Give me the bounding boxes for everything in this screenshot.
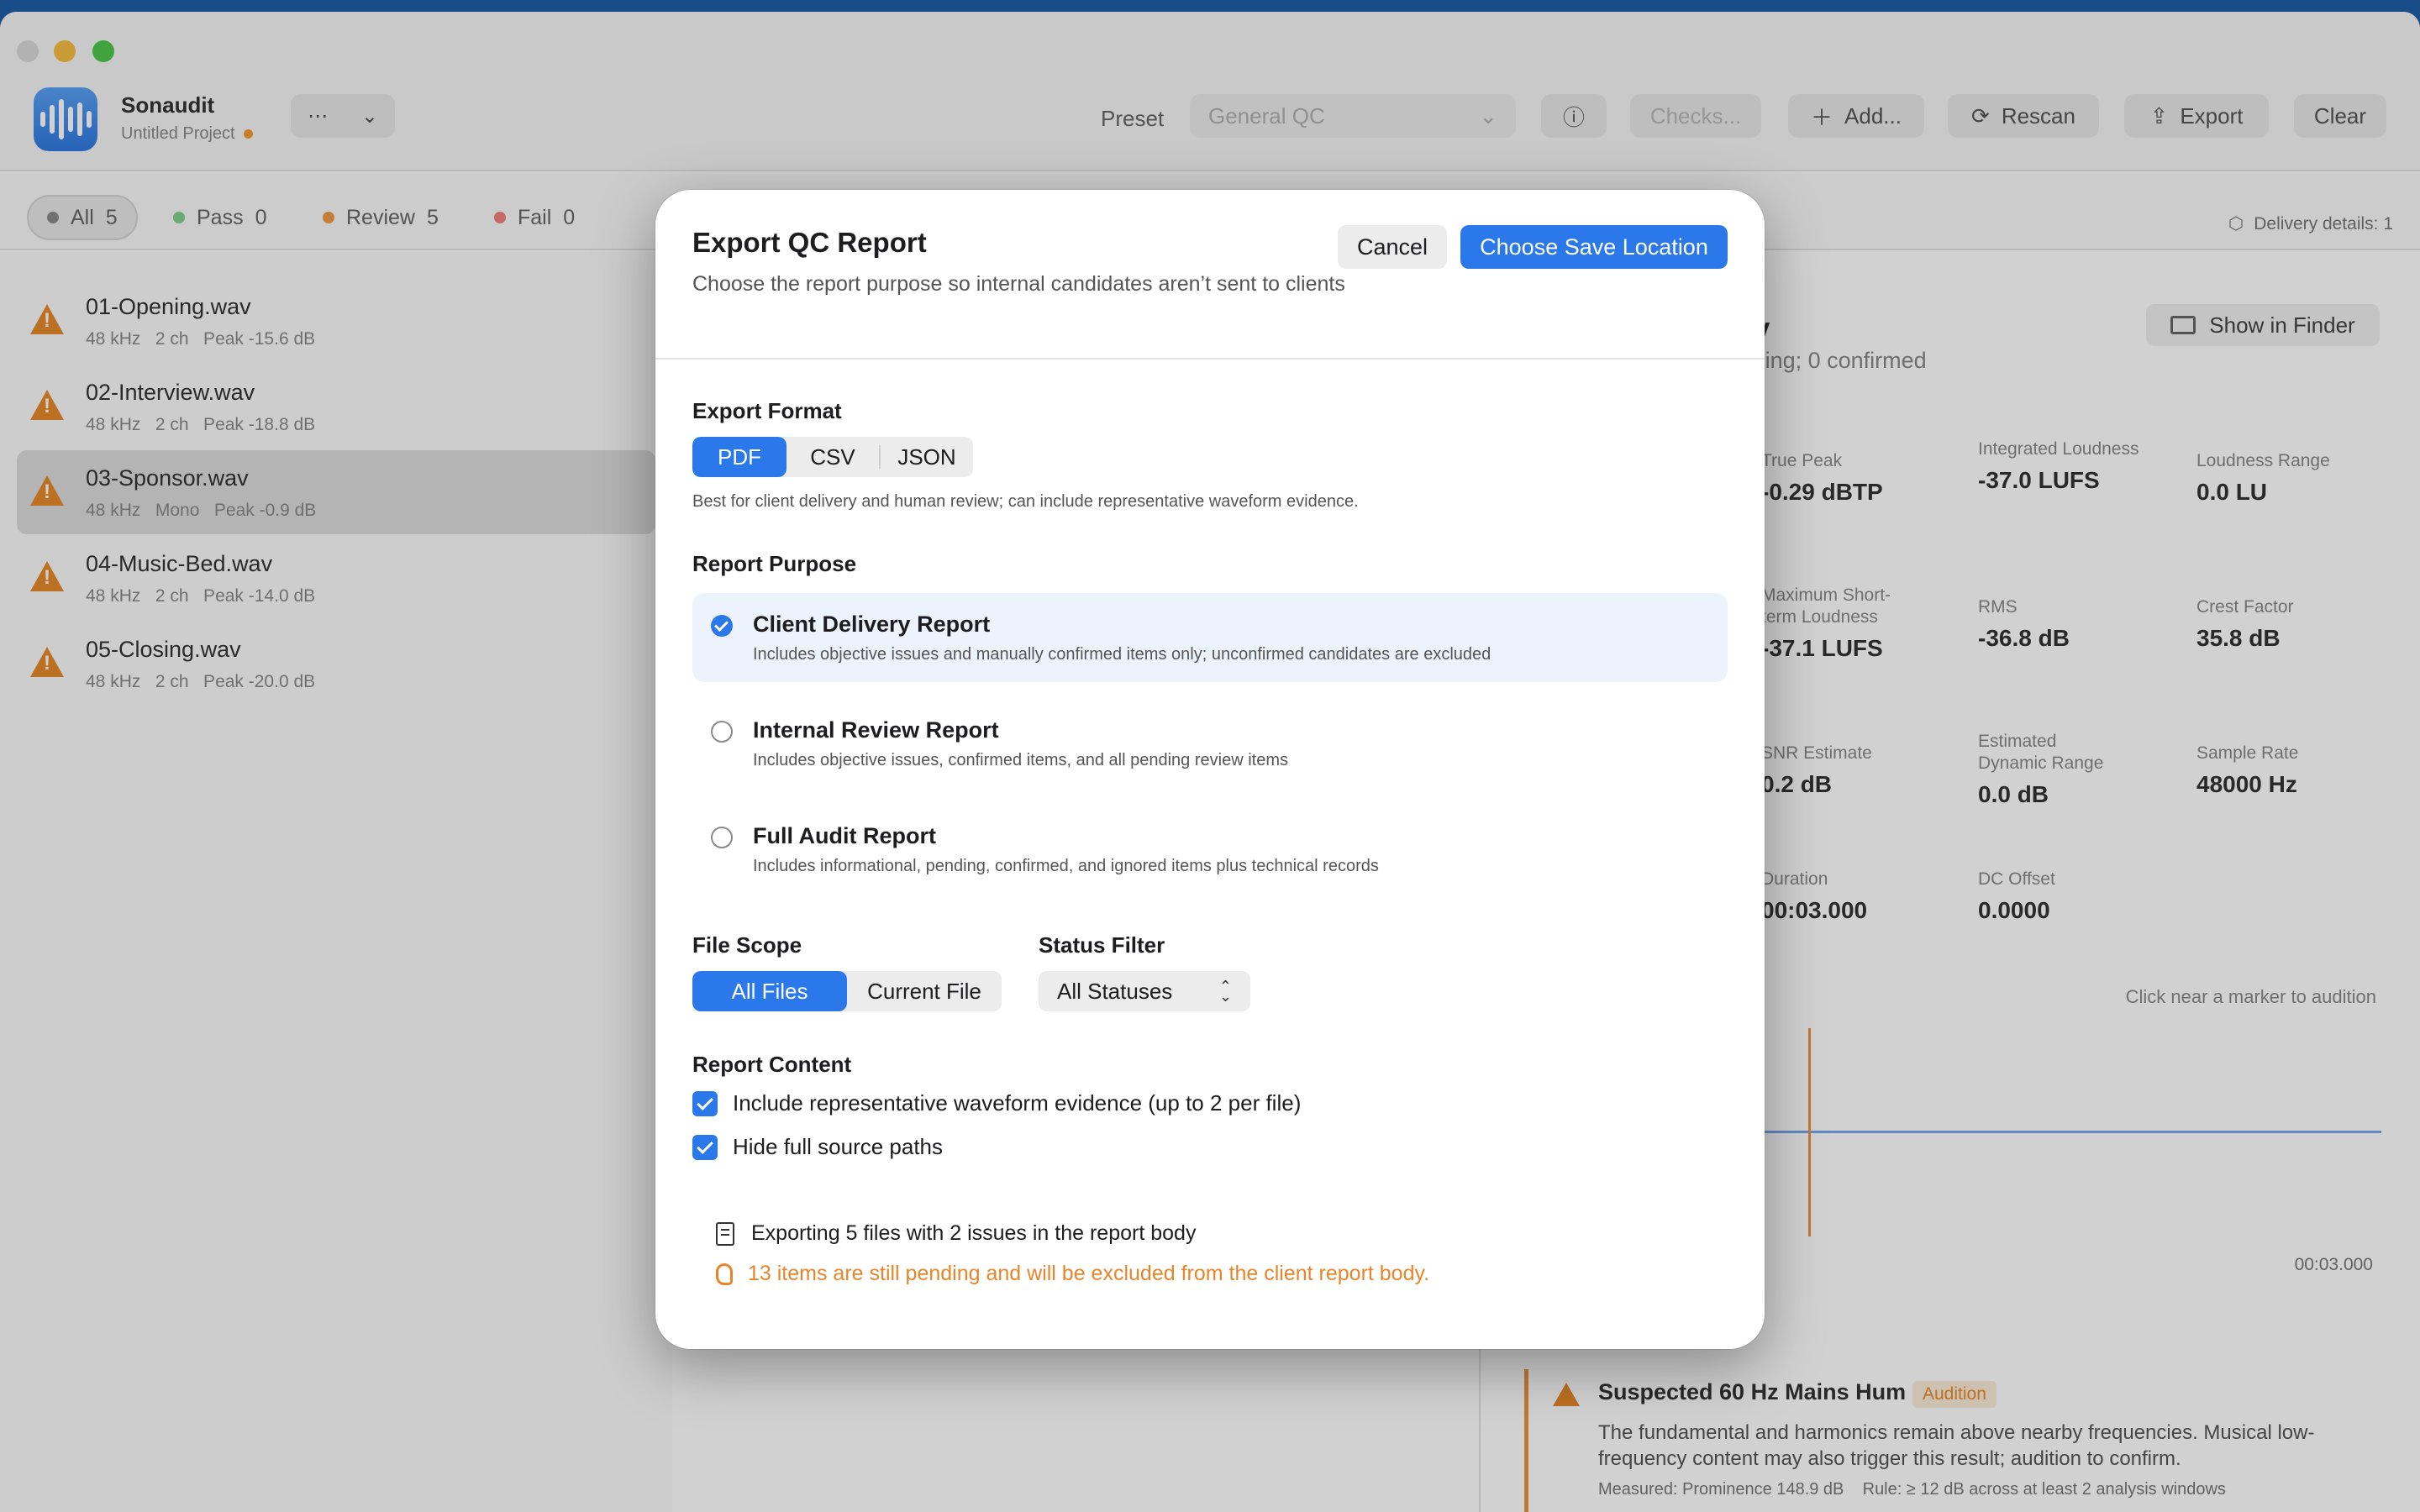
dialog-title: Export QC Report [692, 227, 927, 258]
purpose-title: Client Delivery Report [753, 612, 991, 637]
export-format-header: Export Format [692, 398, 842, 423]
scope-current-file[interactable]: Current File [847, 971, 1002, 1011]
purpose-full-audit[interactable]: Full Audit Report Includes informational… [692, 805, 1728, 894]
format-pdf[interactable]: PDF [692, 437, 786, 477]
status-filter-select[interactable]: All Statuses ⌃ ⌄ [1039, 971, 1250, 1011]
format-csv[interactable]: CSV [786, 437, 879, 477]
choose-save-location-button[interactable]: Choose Save Location [1460, 225, 1728, 269]
hide-paths-option[interactable]: Hide full source paths [692, 1134, 943, 1160]
radio-icon[interactable] [711, 721, 733, 743]
report-purpose-header: Report Purpose [692, 551, 857, 576]
purpose-title: Full Audit Report [753, 823, 936, 848]
pending-text: 13 items are still pending and will be e… [748, 1262, 1430, 1285]
status-filter-value: All Statuses [1057, 978, 1173, 1004]
waveform-evidence-option[interactable]: Include representative waveform evidence… [692, 1090, 1301, 1116]
purpose-description: Includes informational, pending, confirm… [753, 857, 1379, 875]
radio-checked-icon[interactable] [711, 615, 733, 637]
checkbox-checked-icon[interactable] [692, 1134, 718, 1160]
purpose-client-delivery[interactable]: Client Delivery Report Includes objectiv… [692, 593, 1728, 682]
file-scope-header: File Scope [692, 932, 802, 958]
ear-icon [716, 1263, 733, 1285]
export-format-segmented: PDF CSV JSON [692, 437, 973, 477]
format-description: Best for client delivery and human revie… [692, 492, 1359, 511]
export-report-dialog: Export QC Report Choose the report purpo… [655, 190, 1765, 1349]
option-label: Include representative waveform evidence… [733, 1090, 1302, 1116]
status-filter-header: Status Filter [1039, 932, 1165, 958]
pending-notice: 13 items are still pending and will be e… [716, 1262, 1429, 1286]
checkbox-checked-icon[interactable] [692, 1090, 718, 1116]
up-down-chevron-icon: ⌃ ⌄ [1218, 978, 1232, 1005]
purpose-title: Internal Review Report [753, 717, 999, 743]
export-summary: Exporting 5 files with 2 issues in the r… [716, 1221, 1196, 1246]
purpose-description: Includes objective issues and manually c… [753, 645, 1491, 664]
option-label: Hide full source paths [733, 1134, 944, 1159]
purpose-description: Includes objective issues, confirmed ite… [753, 751, 1288, 769]
radio-icon[interactable] [711, 827, 733, 848]
summary-text: Exporting 5 files with 2 issues in the r… [751, 1221, 1197, 1245]
divider [655, 358, 1765, 360]
cancel-button[interactable]: Cancel [1338, 225, 1447, 269]
purpose-internal-review[interactable]: Internal Review Report Includes objectiv… [692, 699, 1728, 788]
scope-all-files[interactable]: All Files [692, 971, 847, 1011]
document-icon [716, 1221, 734, 1246]
report-content-header: Report Content [692, 1052, 852, 1077]
format-json[interactable]: JSON [881, 437, 973, 477]
file-scope-segmented: All Files Current File [692, 971, 1002, 1011]
dialog-description: Choose the report purpose so internal ca… [692, 272, 1345, 296]
